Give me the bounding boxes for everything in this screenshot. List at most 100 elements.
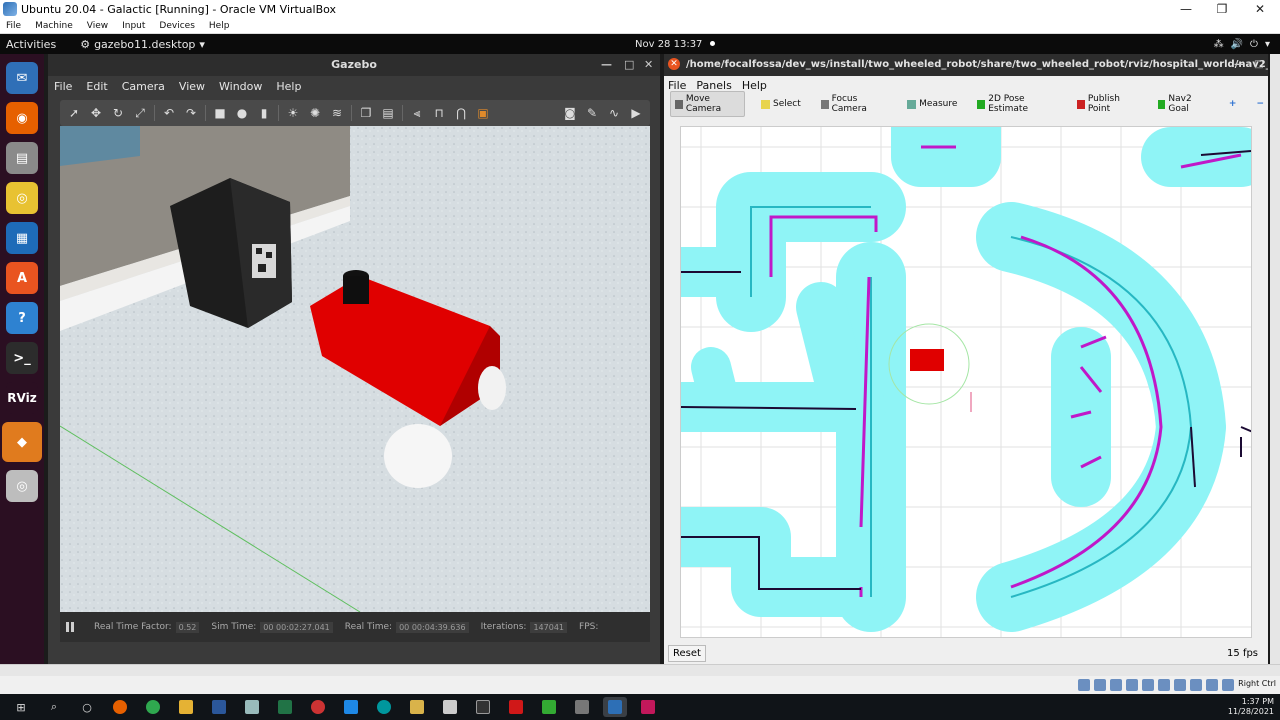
firefox-taskbar-icon[interactable] xyxy=(108,697,132,717)
scale-icon[interactable]: ⤢ xyxy=(132,105,148,121)
gazebo-menu-file[interactable]: File xyxy=(54,80,72,93)
directional-light-icon[interactable]: ≋ xyxy=(329,105,345,121)
undo-icon[interactable]: ↶ xyxy=(161,105,177,121)
cube-taskbar-icon[interactable] xyxy=(570,697,594,717)
taskbar-clock[interactable]: 1:37 PM 11/28/2021 xyxy=(1228,697,1274,717)
box-shape-icon[interactable]: ■ xyxy=(212,105,228,121)
minimize-icon[interactable]: — xyxy=(1234,54,1244,76)
menu-help[interactable]: Help xyxy=(209,21,230,31)
tool-measure-button[interactable]: Measure xyxy=(903,97,961,111)
change-view-icon[interactable]: ▣ xyxy=(475,105,491,121)
audio-icon[interactable] xyxy=(1110,679,1122,691)
maximize-icon[interactable]: □ xyxy=(624,54,634,76)
rviz-menu-panels[interactable]: Panels xyxy=(696,79,731,92)
menu-view[interactable]: View xyxy=(87,21,108,31)
log-icon[interactable]: ✎ xyxy=(584,105,600,121)
reset-button[interactable]: Reset xyxy=(668,644,706,662)
onedrive-taskbar-icon[interactable] xyxy=(438,697,462,717)
rotate-icon[interactable]: ↻ xyxy=(110,105,126,121)
select-arrow-icon[interactable]: ➚ xyxy=(66,105,82,121)
dock-item-firefox[interactable]: ◉ xyxy=(6,102,38,134)
dock-item-rhythmbox[interactable]: ◎ xyxy=(6,182,38,214)
magnet-icon[interactable]: ⋂ xyxy=(453,105,469,121)
start-button[interactable]: ⊞ xyxy=(9,697,33,717)
remove-tool-icon[interactable]: − xyxy=(1252,97,1268,111)
pause-icon[interactable] xyxy=(66,622,76,632)
tool-publish-point-button[interactable]: Publish Point xyxy=(1073,92,1142,116)
system-tray[interactable]: ⁂ 🔊 ⏻ ▾ xyxy=(1214,39,1270,50)
dock-item-dvd[interactable]: ◎ xyxy=(6,470,38,502)
app-menu[interactable]: ⚙ gazebo11.desktop ▾ xyxy=(80,38,205,51)
spot-light-icon[interactable]: ✺ xyxy=(307,105,323,121)
menu-input[interactable]: Input xyxy=(122,21,145,31)
excel-taskbar-icon[interactable] xyxy=(273,697,297,717)
paste-icon[interactable]: ▤ xyxy=(380,105,396,121)
add-tool-icon[interactable]: + xyxy=(1225,97,1241,111)
redo-icon[interactable]: ↷ xyxy=(183,105,199,121)
close-icon[interactable]: ✕ xyxy=(644,54,653,76)
maximize-icon[interactable]: □ xyxy=(1254,54,1263,76)
dock-item-writer[interactable]: ▦ xyxy=(6,222,38,254)
usb-icon[interactable] xyxy=(1142,679,1154,691)
dock-item-rviz[interactable]: RViz xyxy=(6,382,38,414)
terminal-taskbar-icon[interactable] xyxy=(471,697,495,717)
explorer-taskbar-icon[interactable] xyxy=(405,697,429,717)
gazebo-menu-window[interactable]: Window xyxy=(219,80,262,93)
recording-icon[interactable] xyxy=(1190,679,1202,691)
dock-item-gazebo[interactable]: ◆ xyxy=(2,422,42,462)
menu-machine[interactable]: Machine xyxy=(35,21,73,31)
close-icon[interactable]: ✕ xyxy=(668,58,680,70)
tool-focus-camera-button[interactable]: Focus Camera xyxy=(817,92,891,116)
display-icon[interactable] xyxy=(1174,679,1186,691)
dock-item-files[interactable]: ▤ xyxy=(6,142,38,174)
shared-folder-icon[interactable] xyxy=(1158,679,1170,691)
chrome-taskbar-icon[interactable] xyxy=(141,697,165,717)
inkscape-taskbar-icon[interactable] xyxy=(537,697,561,717)
screenshot-icon[interactable]: ◙ xyxy=(562,105,578,121)
tool-nav2-goal-button[interactable]: Nav2 Goal xyxy=(1154,92,1213,116)
point-light-icon[interactable]: ☀ xyxy=(285,105,301,121)
maximize-button[interactable]: ❐ xyxy=(1204,0,1240,18)
video-icon[interactable]: ▶ xyxy=(628,105,644,121)
search-icon[interactable]: ⌕ xyxy=(42,697,66,717)
snip-taskbar-icon[interactable] xyxy=(306,697,330,717)
rviz-menu-file[interactable]: File xyxy=(668,79,686,92)
folder-taskbar-icon[interactable] xyxy=(174,697,198,717)
menu-file[interactable]: File xyxy=(6,21,21,31)
close-button[interactable]: ✕ xyxy=(1242,0,1278,18)
network-icon[interactable] xyxy=(1126,679,1138,691)
disk-icon[interactable] xyxy=(1078,679,1090,691)
dock-item-terminal[interactable]: >_ xyxy=(6,342,38,374)
copy-icon[interactable]: ❐ xyxy=(358,105,374,121)
minimize-icon[interactable]: — xyxy=(601,54,612,76)
gazebo-menu-camera[interactable]: Camera xyxy=(122,80,165,93)
tool-2d-pose-estimate-button[interactable]: 2D Pose Estimate xyxy=(973,92,1061,116)
gazebo-menu-help[interactable]: Help xyxy=(276,80,301,93)
optical-drive-icon[interactable] xyxy=(1094,679,1106,691)
gazebo-menu-view[interactable]: View xyxy=(179,80,205,93)
horizontal-scrollbar[interactable] xyxy=(0,664,1280,676)
align-icon[interactable]: ⫷ xyxy=(409,105,425,121)
dock-item-software[interactable]: A xyxy=(6,262,38,294)
word-taskbar-icon[interactable] xyxy=(207,697,231,717)
mail-taskbar-icon[interactable] xyxy=(339,697,363,717)
app-taskbar-icon[interactable] xyxy=(504,697,528,717)
clock[interactable]: Nov 28 13:37 xyxy=(635,39,716,50)
gazebo-3d-scene[interactable] xyxy=(60,126,650,612)
task-view-icon[interactable]: ○ xyxy=(75,697,99,717)
cylinder-shape-icon[interactable]: ▮ xyxy=(256,105,272,121)
virtualbox-taskbar-icon[interactable] xyxy=(603,697,627,717)
mouse-icon[interactable] xyxy=(1222,679,1234,691)
media-taskbar-icon[interactable] xyxy=(636,697,660,717)
rviz-map-view[interactable] xyxy=(680,126,1252,638)
snap-icon[interactable]: ⊓ xyxy=(431,105,447,121)
translate-icon[interactable]: ✥ xyxy=(88,105,104,121)
tool-move-camera-button[interactable]: Move Camera xyxy=(670,91,746,117)
rviz-menu-help[interactable]: Help xyxy=(742,79,767,92)
sphere-shape-icon[interactable]: ● xyxy=(234,105,250,121)
notes-taskbar-icon[interactable] xyxy=(240,697,264,717)
activities-button[interactable]: Activities xyxy=(6,38,56,51)
dock-item-thunderbird[interactable]: ✉ xyxy=(6,62,38,94)
dock-item-help[interactable]: ? xyxy=(6,302,38,334)
menu-devices[interactable]: Devices xyxy=(159,21,194,31)
